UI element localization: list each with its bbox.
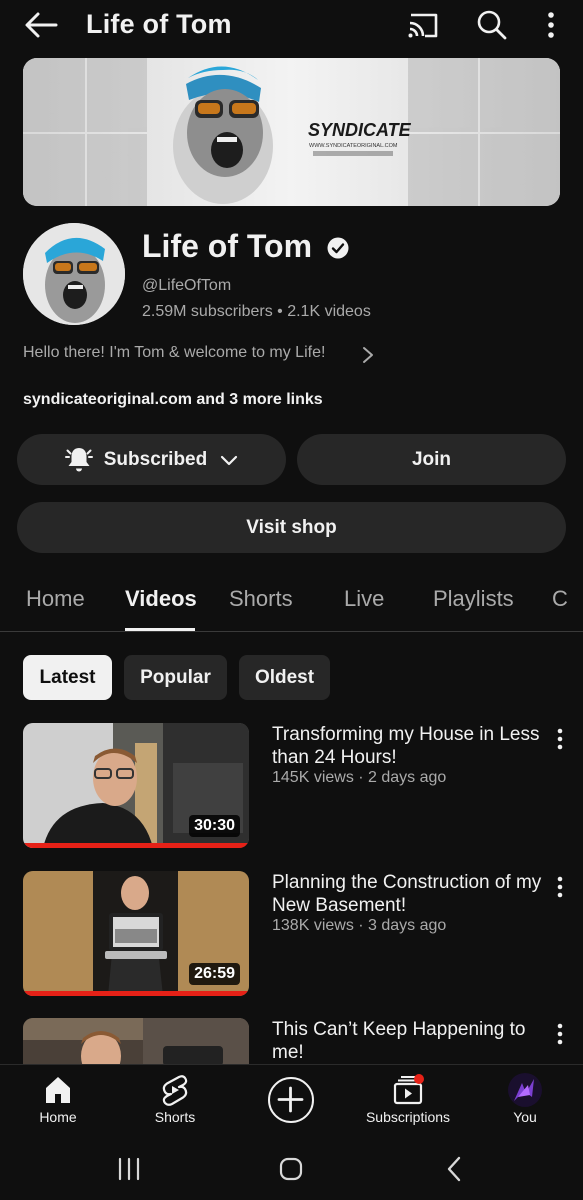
- cast-icon[interactable]: [406, 9, 440, 41]
- page-title: Life of Tom: [86, 9, 232, 39]
- chevron-down-icon: [221, 455, 238, 465]
- nav-you-label: You: [513, 1109, 537, 1125]
- tab-live[interactable]: Live: [344, 586, 384, 612]
- subscriptions-icon: [393, 1074, 424, 1105]
- more-vert-icon[interactable]: [552, 1022, 568, 1046]
- channel-description: Hello there! I'm Tom & welcome to my Lif…: [23, 344, 326, 361]
- system-navigation-bar: [0, 1138, 583, 1200]
- subscribed-label: Subscribed: [103, 448, 208, 470]
- subscribed-button[interactable]: Subscribed: [17, 434, 286, 485]
- channel-banner: SYNDICATE WWW.SYNDICATEORIGINAL.COM: [23, 58, 560, 206]
- video-title[interactable]: This Can’t Keep Happening to me!: [272, 1018, 542, 1064]
- create-button[interactable]: [268, 1077, 314, 1123]
- back-arrow-icon[interactable]: [22, 8, 60, 42]
- video-title[interactable]: Planning the Construction of my New Base…: [272, 871, 542, 917]
- video-list-item[interactable]: 30:30 Transforming my House in Less than…: [0, 723, 583, 851]
- nav-home-label: Home: [39, 1109, 77, 1125]
- nav-subscriptions[interactable]: Subscriptions: [353, 1065, 463, 1139]
- banner-logo-text: SYNDICATE: [308, 120, 412, 140]
- search-icon[interactable]: [476, 8, 508, 42]
- recent-apps-icon[interactable]: [112, 1152, 146, 1186]
- home-icon: [46, 1077, 70, 1103]
- account-avatar-image: [508, 1073, 542, 1107]
- shorts-icon: [162, 1075, 188, 1106]
- watched-progress-bar: [23, 843, 249, 848]
- channel-name: Life of Tom: [142, 228, 313, 264]
- chip-latest[interactable]: Latest: [23, 655, 112, 700]
- visit-shop-label: Visit shop: [246, 516, 337, 538]
- video-meta: 145K views · 2 days ago: [272, 769, 447, 786]
- channel-avatar[interactable]: [23, 223, 125, 325]
- tab-home[interactable]: Home: [26, 586, 85, 612]
- nav-subscriptions-label: Subscriptions: [365, 1109, 451, 1125]
- video-title[interactable]: Transforming my House in Less than 24 Ho…: [272, 723, 542, 769]
- back-system-icon[interactable]: [438, 1152, 472, 1186]
- more-vert-icon[interactable]: [552, 727, 568, 751]
- bottom-navigation: Home Shorts Subscriptions You: [0, 1064, 583, 1138]
- join-label: Join: [411, 448, 452, 470]
- video-thumbnail[interactable]: 30:30: [23, 723, 249, 848]
- account-avatar: [508, 1073, 542, 1107]
- watched-progress-bar: [23, 991, 249, 996]
- tab-videos[interactable]: Videos: [125, 586, 197, 612]
- join-button[interactable]: Join: [297, 434, 566, 485]
- video-duration: 30:30: [189, 815, 240, 837]
- banner-logo-subtext: WWW.SYNDICATEORIGINAL.COM: [309, 143, 398, 149]
- banner-artwork: SYNDICATE WWW.SYNDICATEORIGINAL.COM: [23, 58, 560, 206]
- more-vert-icon[interactable]: [552, 875, 568, 899]
- nav-you[interactable]: You: [470, 1065, 580, 1139]
- plus-icon: [277, 1086, 304, 1113]
- home-system-icon[interactable]: [274, 1152, 308, 1186]
- video-thumbnail[interactable]: 26:59: [23, 871, 249, 996]
- channel-handle: @LifeOfTom: [142, 277, 232, 294]
- channel-stats: 2.59M subscribers • 2.1K videos: [142, 303, 371, 320]
- verified-badge-icon: [327, 237, 349, 259]
- channel-links[interactable]: syndicateoriginal.com and 3 more links: [23, 391, 323, 409]
- visit-shop-button[interactable]: Visit shop: [17, 502, 566, 553]
- video-thumbnail[interactable]: [23, 1018, 249, 1064]
- video-list-item[interactable]: 26:59 Planning the Construction of my Ne…: [0, 871, 583, 999]
- top-app-bar: Life of Tom: [0, 0, 583, 52]
- active-tab-indicator: [125, 628, 195, 631]
- video-duration: 26:59: [189, 963, 240, 985]
- video-list-item[interactable]: This Can’t Keep Happening to me!: [0, 1018, 583, 1064]
- channel-description-row[interactable]: Hello there! I'm Tom & welcome to my Lif…: [23, 344, 383, 366]
- tab-community[interactable]: C: [552, 586, 568, 612]
- notification-dot: [414, 1074, 424, 1084]
- nav-home[interactable]: Home: [3, 1065, 113, 1139]
- tab-shorts[interactable]: Shorts: [229, 586, 293, 612]
- more-vert-icon[interactable]: [538, 10, 564, 40]
- tab-playlists[interactable]: Playlists: [433, 586, 514, 612]
- chip-oldest[interactable]: Oldest: [239, 655, 330, 700]
- channel-tabs: Home Videos Shorts Live Playlists C: [0, 580, 583, 632]
- avatar-image: [23, 223, 125, 325]
- chevron-right-icon: [363, 347, 373, 363]
- chip-popular[interactable]: Popular: [124, 655, 227, 700]
- nav-shorts-label: Shorts: [154, 1109, 196, 1125]
- nav-shorts[interactable]: Shorts: [120, 1065, 230, 1139]
- bell-all-notifications-icon: [64, 447, 93, 471]
- video-meta: 138K views · 3 days ago: [272, 917, 447, 934]
- thumbnail-image: [23, 1018, 249, 1064]
